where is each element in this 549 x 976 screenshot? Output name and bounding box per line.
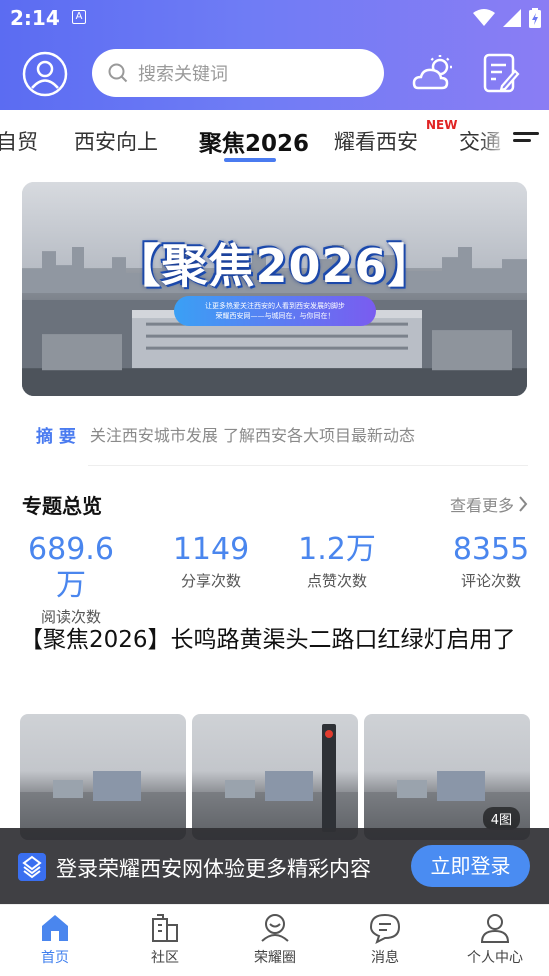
nav-rongyao-circle-label: 荣耀圈 — [254, 950, 296, 966]
tab-jujiao-2026[interactable]: 聚焦2026 — [199, 124, 309, 158]
topic-overview-heading: 专题总览 — [22, 494, 102, 518]
stat-comments-label: 评论次数 — [460, 572, 521, 590]
accessibility-icon: A — [72, 10, 86, 24]
signal-icon — [503, 9, 521, 27]
summary-text: 关注西安城市发展 了解西安各大项目最新动态 — [89, 426, 416, 445]
search-row: 搜索关键词 — [0, 48, 549, 100]
article-image[interactable] — [20, 714, 186, 840]
topic-banner[interactable]: 【聚焦2026】 让更多热爱关注西安的人看到西安发展的脚步 荣耀西安网——与城同… — [22, 182, 527, 396]
banner-slogan-line1: 让更多热爱关注西安的人看到西安发展的脚步 — [205, 302, 345, 310]
circle-people-icon — [261, 914, 289, 942]
app-logo-icon — [18, 853, 46, 881]
nav-home-label: 首页 — [41, 950, 69, 966]
article-title[interactable]: 【聚焦2026】长鸣路黄渠头二路口红绿灯启用了 — [20, 618, 530, 662]
app-header: 2:14 A 搜索关键词 — [0, 0, 549, 110]
nav-community[interactable]: 社区 — [110, 911, 220, 967]
weather-icon[interactable] — [412, 54, 456, 94]
nav-community-label: 社区 — [151, 950, 179, 966]
home-icon — [42, 915, 68, 941]
new-badge: NEW — [426, 118, 458, 132]
menu-icon[interactable] — [513, 132, 539, 150]
stat-likes-label: 点赞次数 — [306, 572, 367, 590]
login-message: 登录荣耀西安网体验更多精彩内容 — [56, 857, 371, 881]
nav-profile-label: 个人中心 — [467, 950, 523, 966]
person-icon — [480, 914, 510, 943]
banner-title: 【聚焦2026】 — [114, 239, 435, 293]
nav-messages-label: 消息 — [371, 950, 399, 966]
topic-overview-header: 专题总览 查看更多 — [22, 490, 528, 518]
stat-comments-value: 8355 — [452, 532, 530, 567]
divider — [88, 465, 528, 466]
search-placeholder: 搜索关键词 — [138, 64, 228, 85]
chat-bubble-icon — [369, 913, 401, 944]
stat-likes: 1.2万 点赞次数 — [286, 532, 388, 591]
nav-messages[interactable]: 消息 — [330, 911, 440, 967]
stat-reads-value: 689.6万 — [28, 532, 114, 603]
banner-slogan: 让更多热爱关注西安的人看到西安发展的脚步 荣耀西安网——与城同在，与你同在！ — [174, 296, 376, 326]
summary-row: 摘 要 关注西安城市发展 了解西安各大项目最新动态 — [36, 420, 516, 448]
stat-shares-label: 分享次数 — [180, 572, 241, 590]
buildings-icon — [152, 914, 178, 942]
bottom-navigation: 首页 社区 荣耀圈 消息 个人中心 — [0, 904, 549, 976]
banner-slogan-line2: 荣耀西安网——与城同在，与你同在！ — [215, 312, 335, 320]
topic-stats: 689.6万 阅读次数 1149 分享次数 1.2万 点赞次数 8355 评论次… — [0, 532, 549, 626]
view-more-label: 查看更多 — [449, 496, 514, 515]
active-tab-indicator — [224, 158, 276, 162]
battery-icon — [529, 8, 541, 28]
search-icon — [108, 63, 128, 83]
stat-shares: 1149 分享次数 — [160, 532, 262, 591]
search-input[interactable]: 搜索关键词 — [92, 49, 384, 97]
user-avatar-icon[interactable] — [22, 51, 68, 97]
article-images: 4图 — [20, 714, 530, 840]
article-image[interactable]: 4图 — [364, 714, 530, 840]
status-time: 2:14 — [10, 6, 60, 30]
status-bar: 2:14 A — [0, 0, 549, 36]
tab-yaokan-xian[interactable]: 耀看西安 — [334, 126, 418, 156]
nav-rongyao-circle[interactable]: 荣耀圈 — [220, 911, 330, 967]
summary-tag: 摘 要 — [36, 426, 76, 447]
stat-comments: 8355 评论次数 — [440, 532, 542, 591]
channel-tabs: 自贸 西安向上 聚焦2026 耀看西安 NEW 交通 — [0, 110, 549, 168]
edit-note-icon[interactable] — [482, 52, 520, 96]
stat-shares-value: 1149 — [172, 532, 250, 567]
login-button[interactable]: 立即登录 — [411, 845, 530, 887]
wifi-icon — [473, 9, 495, 26]
view-more-link[interactable]: 查看更多 — [450, 492, 528, 516]
stat-likes-value: 1.2万 — [298, 532, 376, 567]
stat-reads: 689.6万 阅读次数 — [20, 532, 122, 627]
status-icons — [473, 8, 541, 28]
article-image[interactable] — [192, 714, 358, 840]
chevron-right-icon — [519, 496, 528, 512]
image-count-badge: 4图 — [482, 807, 520, 830]
login-prompt-bar: 登录荣耀西安网体验更多精彩内容 立即登录 — [0, 828, 549, 904]
nav-home[interactable]: 首页 — [0, 911, 110, 967]
tab-xian-xiangshang[interactable]: 西安向上 — [74, 126, 158, 156]
nav-profile[interactable]: 个人中心 — [440, 911, 549, 967]
tab-ziyou[interactable]: 自贸 — [0, 126, 38, 156]
